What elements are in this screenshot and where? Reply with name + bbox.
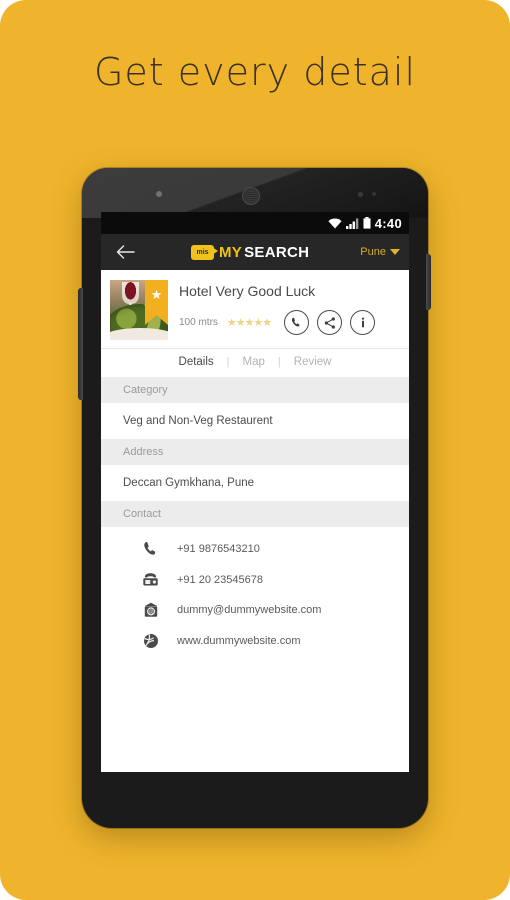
landline-phone-icon: [141, 572, 160, 587]
call-action-button[interactable]: [284, 310, 310, 335]
detail-content: ★ Hotel Very Good Luck 100 mtrs ★ ★ ★ ★: [101, 270, 409, 772]
back-arrow-icon[interactable]: [110, 237, 140, 267]
logo-text-secondary: SEARCH: [244, 243, 310, 261]
tab-review[interactable]: Review: [294, 356, 332, 368]
app-logo: mis MY SEARCH: [140, 244, 360, 261]
logo-badge: mis: [191, 244, 219, 260]
star-icon: ★: [235, 317, 246, 329]
place-header-card[interactable]: ★ Hotel Very Good Luck 100 mtrs ★ ★ ★ ★: [101, 270, 409, 348]
light-sensor-icon: [372, 192, 376, 196]
place-actions: [284, 310, 376, 335]
logo-text-primary: MY: [219, 243, 243, 261]
plate-icon: [110, 328, 168, 340]
city-selector-label: Pune: [360, 246, 386, 258]
wine-glass-icon: [122, 282, 139, 313]
contact-row-landline[interactable]: +91 20 23545678: [101, 572, 409, 602]
contact-list: +91 9876543210 +91 20 23545678 @ dummy@d…: [101, 527, 409, 664]
section-header-category: Category: [101, 377, 409, 403]
power-button[interactable]: [426, 254, 431, 310]
contact-row-website[interactable]: www.dummywebsite.com: [101, 633, 409, 664]
tab-map[interactable]: Map: [243, 356, 265, 368]
chevron-down-icon: [390, 249, 400, 255]
contact-value-email: dummy@dummywebsite.com: [177, 604, 322, 616]
page-title: Get every detail: [93, 50, 417, 94]
info-action-button[interactable]: [350, 310, 376, 335]
section-header-address: Address: [101, 439, 409, 465]
tab-separator: |: [226, 356, 230, 368]
place-name: Hotel Very Good Luck: [179, 283, 316, 299]
mobile-phone-icon: [141, 541, 160, 557]
status-bar: 4:40: [101, 212, 409, 234]
star-icon: ★: [253, 317, 264, 329]
place-thumbnail[interactable]: ★: [110, 280, 168, 340]
place-info: Hotel Very Good Luck 100 mtrs ★ ★ ★ ★ ★: [179, 280, 400, 335]
phone-icon: [291, 317, 302, 328]
promo-poster: Get every detail 4:40 mis MY SEARCH Pune…: [0, 0, 510, 900]
earpiece-speaker-icon: [242, 187, 260, 205]
place-meta-row: 100 mtrs ★ ★ ★ ★ ★: [179, 310, 400, 335]
status-bar-time: 4:40: [374, 215, 402, 231]
contact-row-email[interactable]: @ dummy@dummywebsite.com: [101, 602, 409, 633]
star-icon: ★: [244, 317, 255, 329]
contact-row-mobile[interactable]: +91 9876543210: [101, 541, 409, 572]
app-bar: mis MY SEARCH Pune: [101, 234, 409, 270]
phone-screen: 4:40 mis MY SEARCH Pune ★ Hotel Very Goo…: [101, 212, 409, 772]
section-value-category: Veg and Non-Veg Restaurent: [123, 415, 273, 427]
tab-details[interactable]: Details: [179, 356, 214, 368]
section-header-contact: Contact: [101, 501, 409, 527]
volume-rocker-button[interactable]: [78, 288, 83, 400]
section-value-address: Deccan Gymkhana, Pune: [123, 477, 255, 489]
star-icon: ★: [226, 317, 237, 329]
contact-value-website: www.dummywebsite.com: [177, 635, 301, 647]
ribbon-star-glyph: ★: [150, 287, 163, 302]
battery-icon: [363, 217, 371, 229]
rating-stars[interactable]: ★ ★ ★ ★ ★: [226, 316, 272, 329]
wifi-icon: [328, 218, 342, 229]
phone-device-mockup: 4:40 mis MY SEARCH Pune ★ Hotel Very Goo…: [78, 168, 431, 828]
place-distance: 100 mtrs: [179, 317, 218, 328]
phone-top-bezel: [82, 168, 428, 218]
share-icon: [324, 316, 336, 329]
detail-tabs: Details | Map | Review: [101, 348, 409, 377]
contact-value-mobile: +91 9876543210: [177, 543, 260, 555]
contact-value-landline: +91 20 23545678: [177, 573, 263, 586]
share-action-button[interactable]: [317, 310, 343, 335]
tab-separator: |: [277, 356, 281, 368]
front-camera-icon: [358, 192, 363, 197]
globe-icon: [141, 633, 160, 649]
proximity-sensor-icon: [156, 191, 162, 197]
email-icon: @: [141, 602, 160, 618]
signal-bars-icon: [345, 218, 359, 229]
info-icon: [359, 317, 367, 329]
star-icon: ★: [262, 317, 272, 329]
city-selector[interactable]: Pune: [360, 246, 400, 258]
svg-text:@: @: [148, 610, 153, 616]
